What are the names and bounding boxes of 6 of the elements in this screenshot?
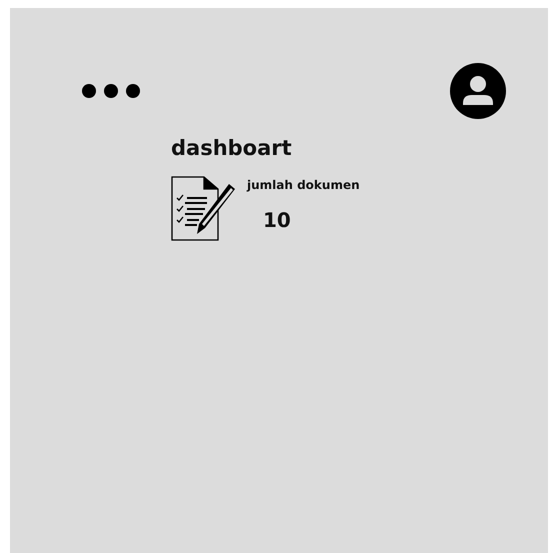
more-icon[interactable] xyxy=(82,83,140,99)
page-title: dashboart xyxy=(171,136,293,160)
stat-value: 10 xyxy=(263,208,292,232)
user-avatar-icon[interactable] xyxy=(450,63,506,119)
document-pen-icon xyxy=(171,176,237,242)
stat-label: jumlah dokumen xyxy=(247,178,360,192)
